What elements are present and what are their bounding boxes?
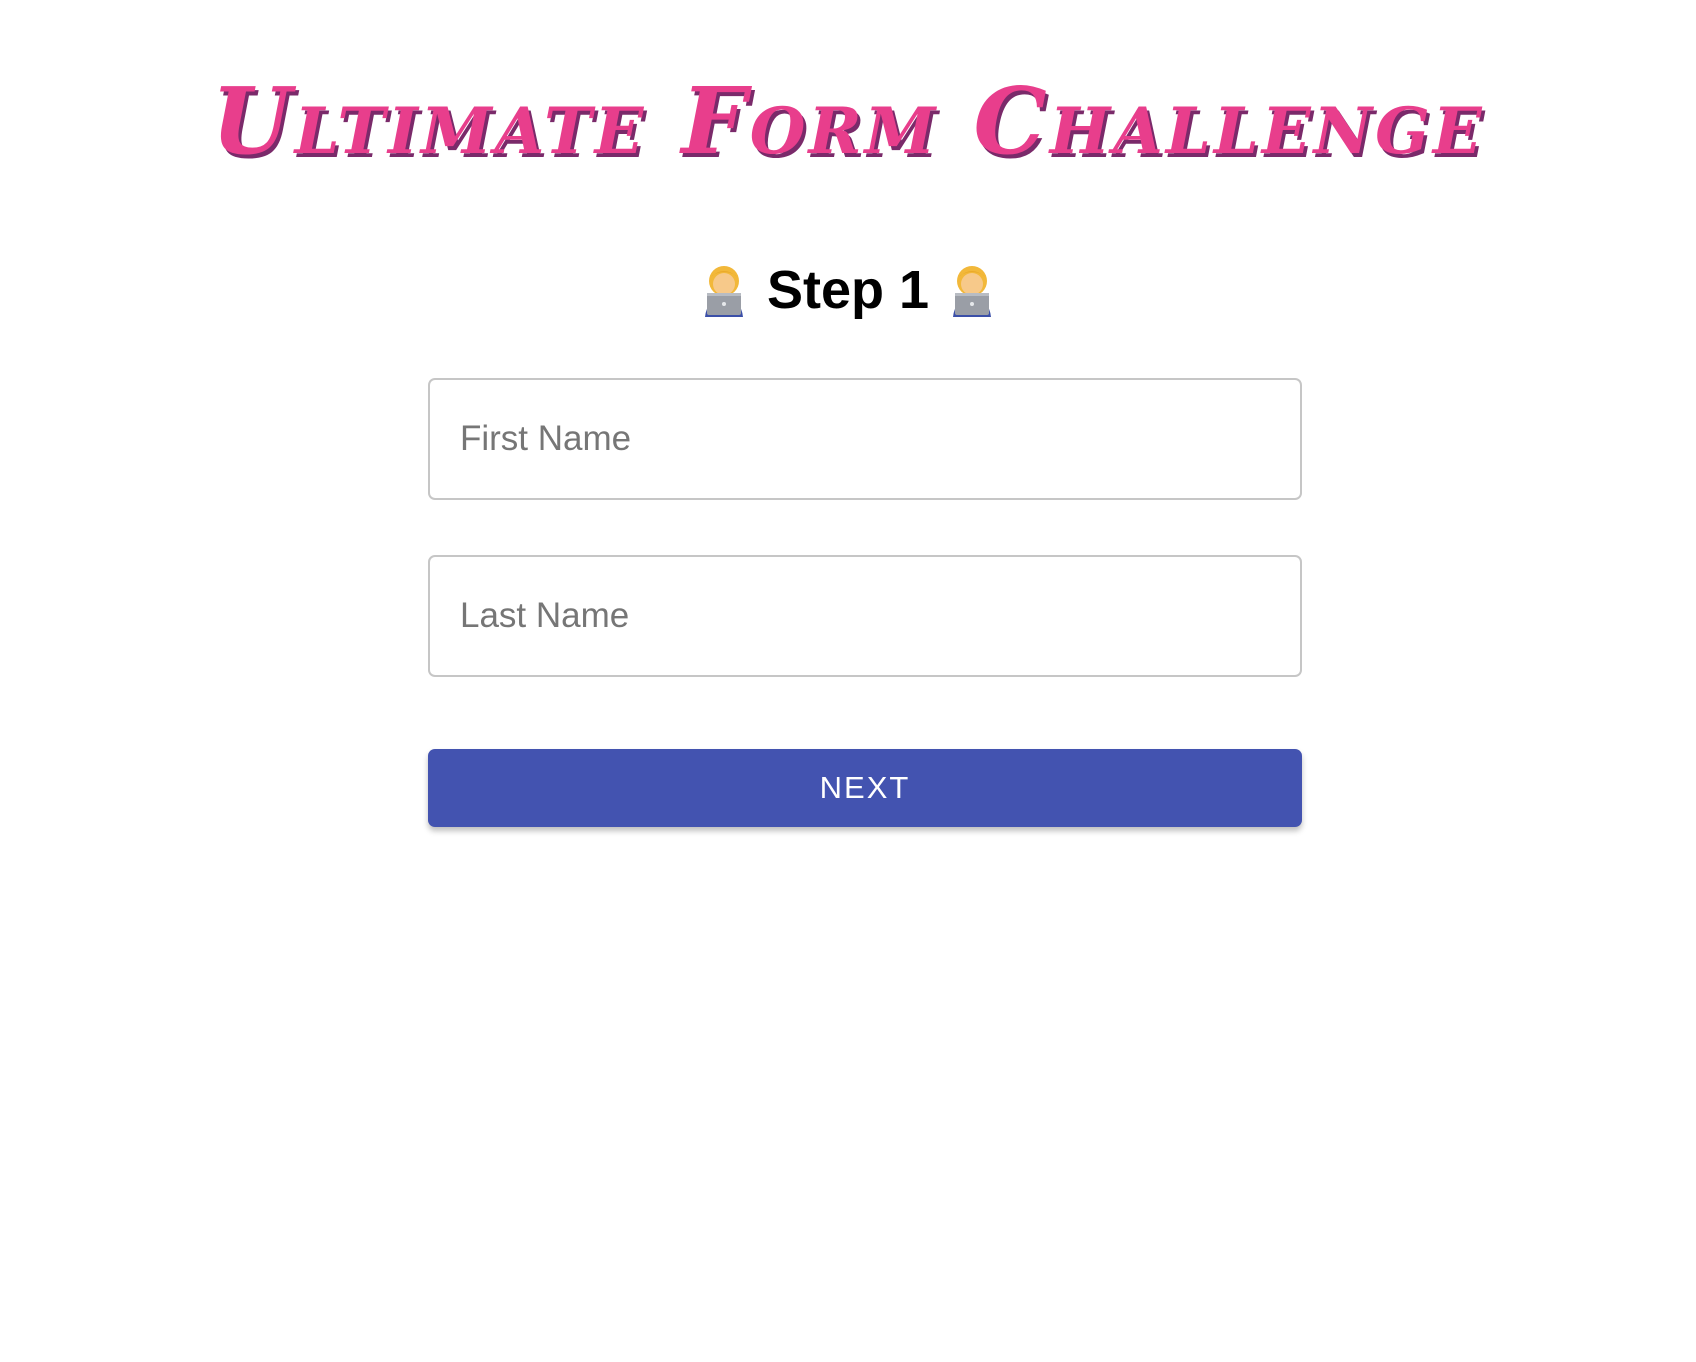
- woman-technologist-icon: [699, 263, 749, 317]
- last-name-input[interactable]: [428, 555, 1302, 677]
- app-title: Ultimate Form Challenge: [211, 67, 1485, 175]
- step-label: Step 1: [766, 260, 930, 320]
- next-button[interactable]: NEXT: [428, 749, 1302, 827]
- woman-technologist-icon: [947, 263, 997, 317]
- first-name-input[interactable]: [428, 378, 1302, 500]
- page: Ultimate Form Challenge Step 1 First Nam…: [0, 0, 1696, 1362]
- step-heading: Step 1: [0, 258, 1696, 322]
